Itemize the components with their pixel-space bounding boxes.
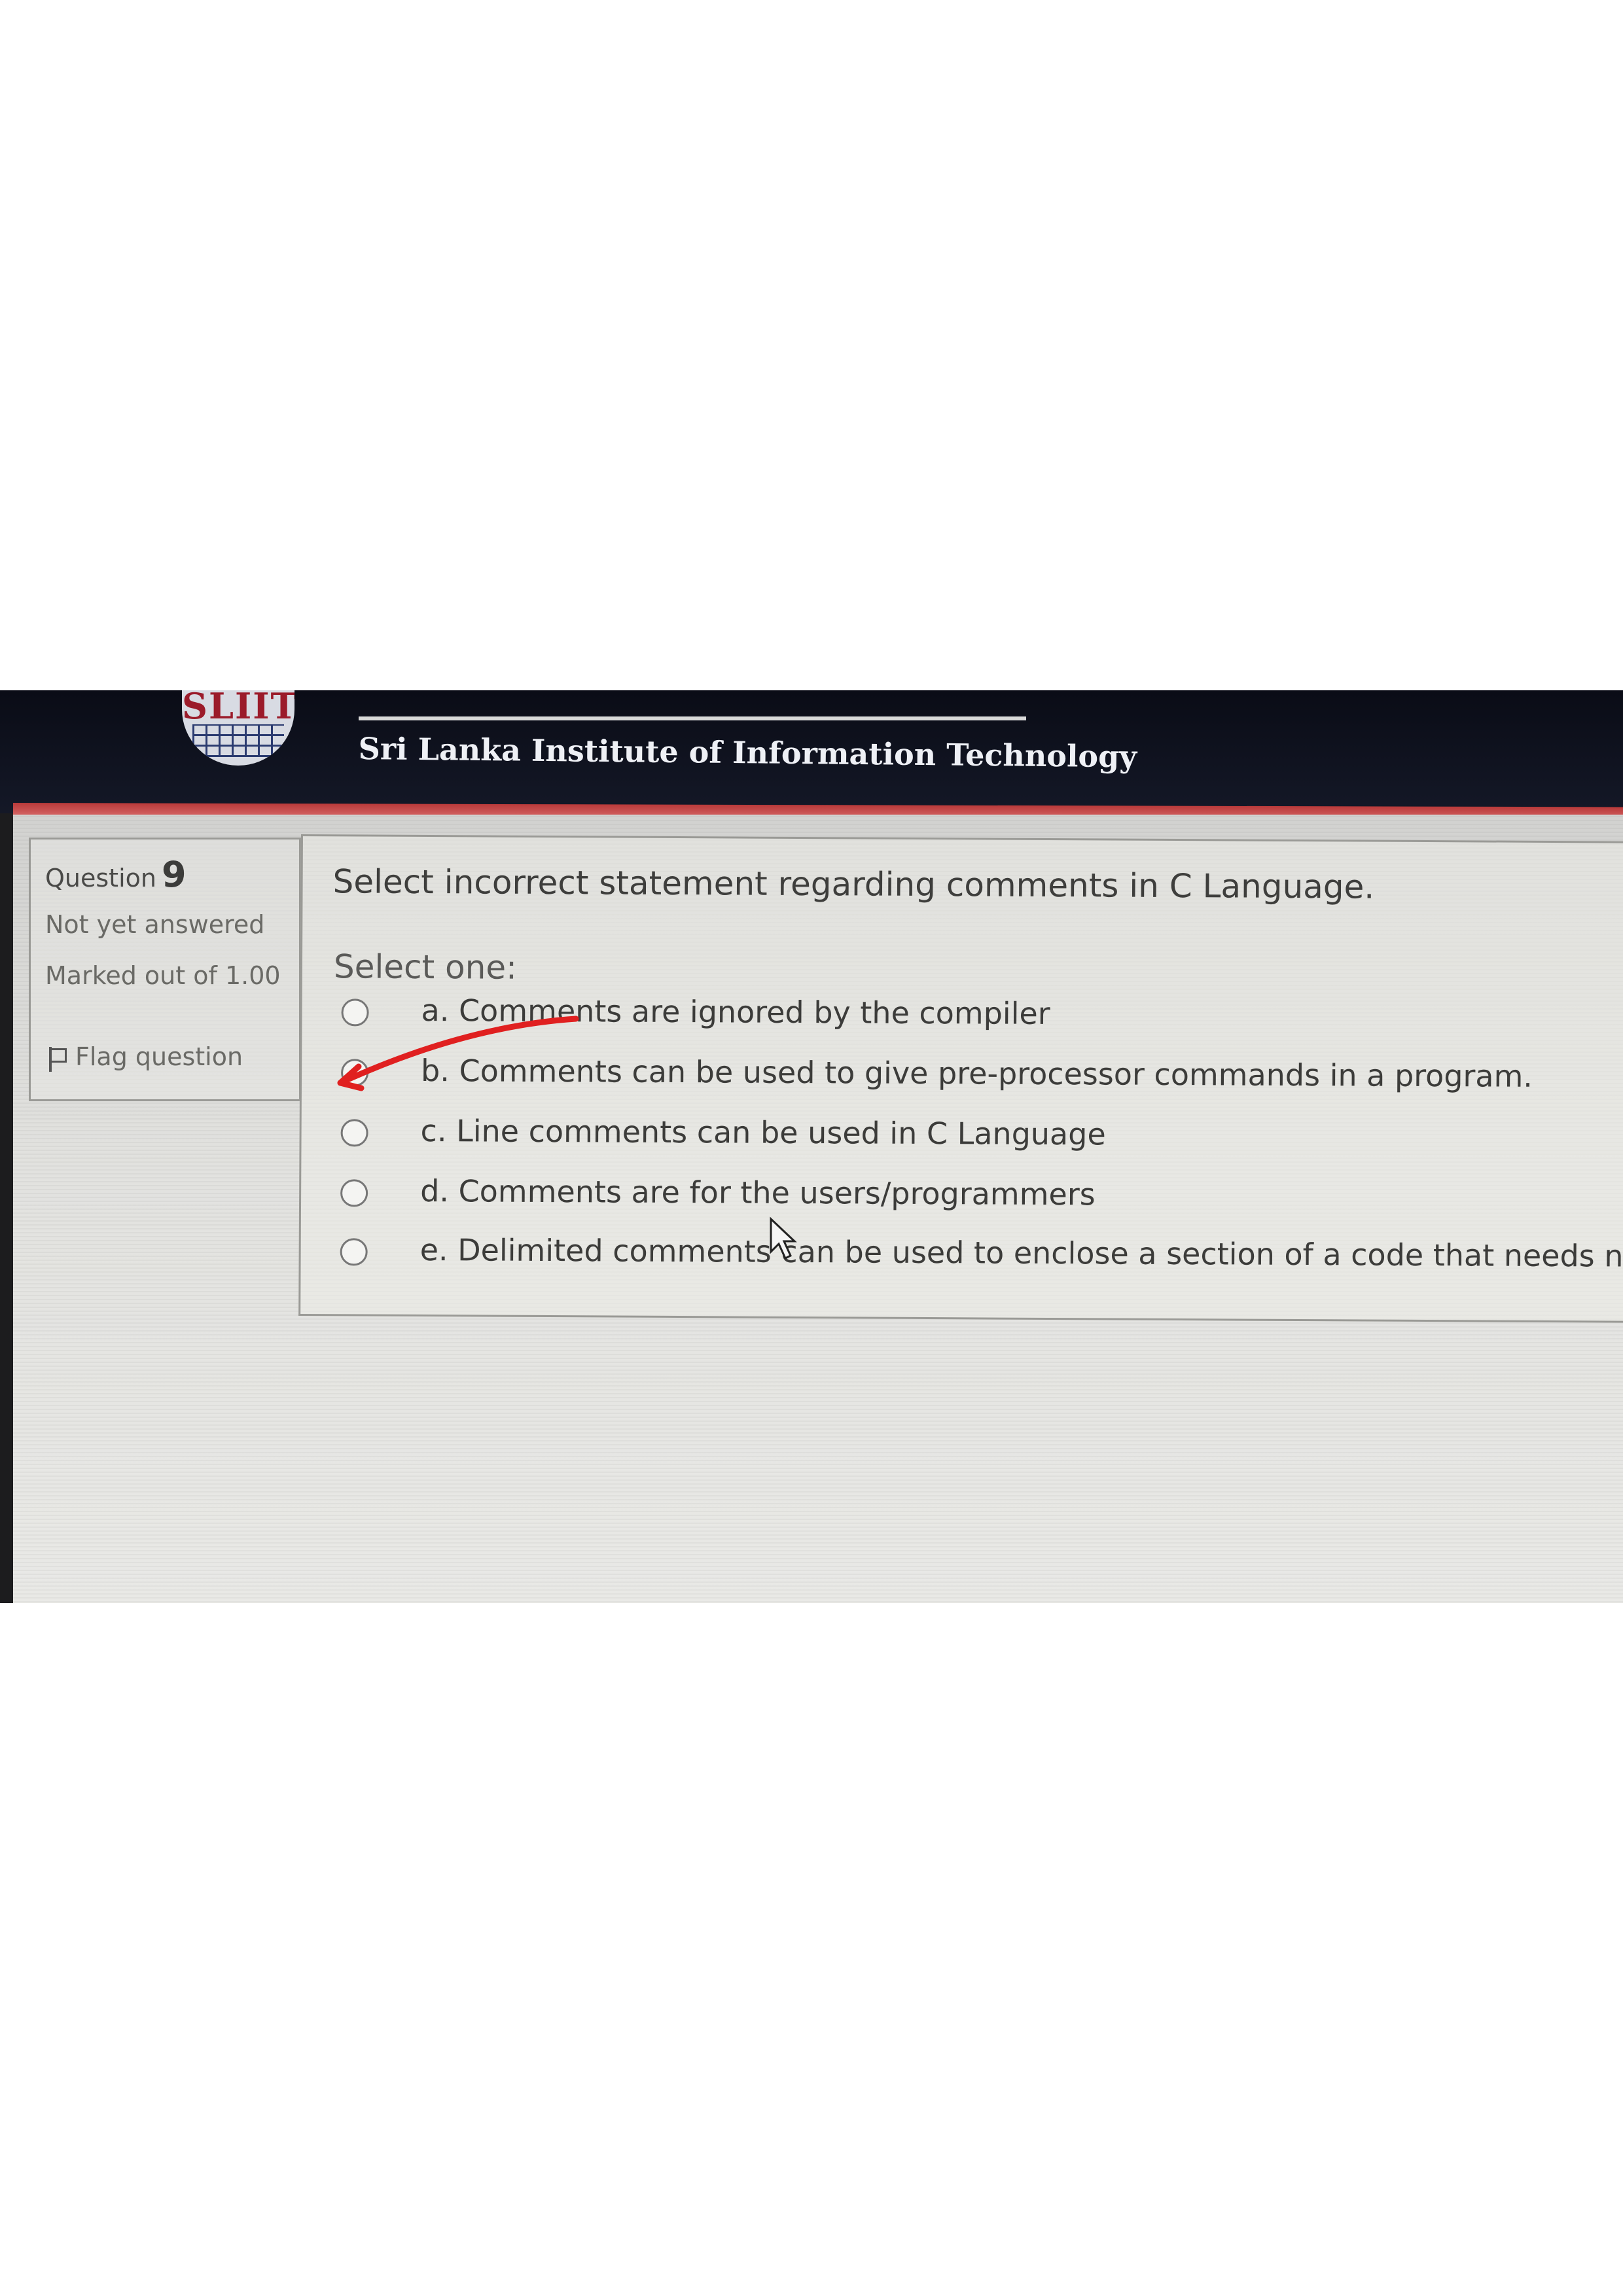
institute-name: Sri Lanka Institute of Information Techn… xyxy=(358,731,1137,775)
select-one-label: Select one: xyxy=(333,947,518,987)
radio-button[interactable] xyxy=(341,998,369,1027)
header-divider xyxy=(359,716,1026,720)
question-number-value: 9 xyxy=(161,854,187,895)
flag-question-label: Flag question xyxy=(75,1042,243,1071)
answer-option-a[interactable]: a. Comments are ignored by the compiler xyxy=(341,992,1623,1051)
quiz-page: Question 9 Not yet answered Marked out of… xyxy=(13,815,1623,1603)
photo-of-screen: SLIIT Sri Lanka Institute of Information… xyxy=(0,690,1623,1603)
answer-option-b[interactable]: b. Comments can be used to give pre-proc… xyxy=(340,1052,1623,1111)
option-label[interactable]: b. Comments can be used to give pre-proc… xyxy=(421,1053,1533,1094)
logo-text: SLIIT xyxy=(182,690,294,727)
question-grade: Marked out of 1.00 xyxy=(45,961,281,990)
flag-icon xyxy=(45,1046,67,1072)
logo-grid-icon xyxy=(192,724,284,757)
option-label[interactable]: e. Delimited comments can be used to enc… xyxy=(420,1232,1623,1275)
radio-button[interactable] xyxy=(340,1238,368,1266)
answer-option-d[interactable]: d. Comments are for the users/programmer… xyxy=(340,1173,1623,1231)
question-label: Question xyxy=(45,864,156,892)
site-header: SLIIT Sri Lanka Institute of Information… xyxy=(0,690,1623,813)
option-label[interactable]: c. Line comments can be used in C Langua… xyxy=(420,1113,1105,1152)
radio-button[interactable] xyxy=(340,1059,369,1087)
option-label[interactable]: a. Comments are ignored by the compiler xyxy=(421,993,1050,1031)
question-info-panel: Question 9 Not yet answered Marked out of… xyxy=(29,838,301,1101)
flag-question-link[interactable]: Flag question xyxy=(45,1042,243,1072)
sliit-logo[interactable]: SLIIT xyxy=(182,690,294,766)
radio-button[interactable] xyxy=(340,1119,368,1147)
question-number: Question 9 xyxy=(45,854,187,895)
option-label[interactable]: d. Comments are for the users/programmer… xyxy=(420,1173,1096,1212)
answer-option-e[interactable]: e. Delimited comments can be used to enc… xyxy=(340,1231,1623,1290)
question-text: Select incorrect statement regarding com… xyxy=(332,862,1375,906)
answer-option-c[interactable]: c. Line comments can be used in C Langua… xyxy=(340,1112,1623,1171)
question-content: Select incorrect statement regarding com… xyxy=(298,834,1623,1323)
question-state: Not yet answered xyxy=(45,910,265,939)
radio-button[interactable] xyxy=(340,1179,368,1207)
